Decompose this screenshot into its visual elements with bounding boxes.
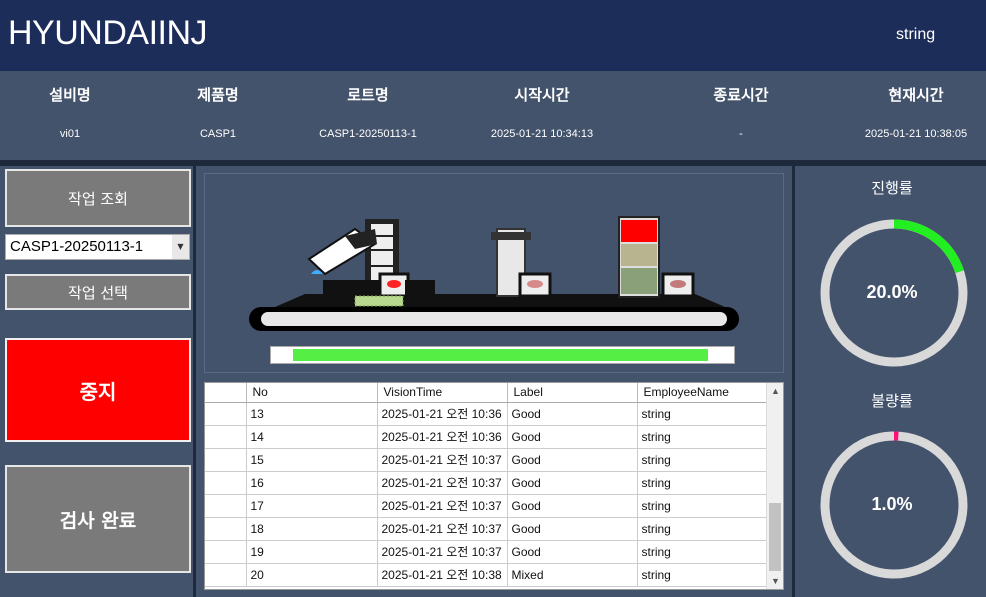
scroll-thumb[interactable] [769, 503, 781, 571]
lot-select[interactable]: CASP1-20250113-1 ▼ [5, 234, 190, 260]
defect-rate-value: 1.0% [871, 494, 913, 514]
table-row[interactable]: 13 2025-01-21 오전 10:36 Good string [205, 402, 769, 426]
app-brand: HYUNDAIINJ [8, 14, 208, 52]
conveyor-inner [261, 312, 727, 326]
table-row[interactable]: 16 2025-01-21 오전 10:37 Good string [205, 471, 769, 495]
robot-base [323, 280, 383, 296]
pillar-cap [491, 232, 531, 240]
table-row[interactable]: 17 2025-01-21 오전 10:37 Good string [205, 494, 769, 518]
info-lot-label: 로트명 [347, 86, 389, 104]
scroll-up-icon[interactable]: ▲ [767, 383, 783, 399]
progress-rate-value: 20.0% [866, 282, 918, 302]
info-start-time-value: 2025-01-21 10:34:13 [490, 128, 594, 140]
control-panel: 작업 조회 CASP1-20250113-1 ▼ 작업 선택 중지 검사 완료 [0, 166, 196, 597]
query-job-button[interactable]: 작업 조회 [5, 169, 191, 227]
col-header-employee[interactable]: EmployeeName [637, 383, 769, 403]
robot-base-right [405, 280, 435, 296]
camera-2-lens [527, 280, 543, 288]
row-header-corner [205, 383, 247, 403]
progress-fill [293, 349, 708, 361]
user-name: string [896, 26, 936, 43]
signal-yellow [621, 244, 657, 266]
progress-rate-label: 진행률 [871, 179, 913, 197]
info-end-time-value: - [739, 128, 743, 140]
complete-inspection-button[interactable]: 검사 완료 [5, 465, 191, 573]
stop-button[interactable]: 중지 [5, 338, 191, 442]
signal-red [621, 220, 657, 242]
info-current-time-label: 현재시간 [888, 86, 944, 104]
product-tray [354, 295, 404, 307]
table-row[interactable]: 15 2025-01-21 오전 10:37 Good string [205, 448, 769, 472]
top-bar: HYUNDAIINJ string [0, 0, 986, 71]
select-job-button[interactable]: 작업 선택 [5, 274, 191, 310]
table-row[interactable]: 14 2025-01-21 오전 10:36 Good string [205, 425, 769, 449]
info-current-time-value: 2025-01-21 10:38:05 [864, 128, 968, 140]
table-row[interactable]: 19 2025-01-21 오전 10:37 Good string [205, 540, 769, 564]
stats-panel: 진행률 20.0% 불량률 1.0% [792, 166, 986, 597]
info-product-value: CASP1 [199, 128, 237, 140]
info-lot-value: CASP1-20250113-1 [319, 128, 417, 140]
grid-header-row: No VisionTime Label EmployeeName [205, 383, 769, 403]
col-header-label[interactable]: Label [507, 383, 638, 403]
camera-1-lens [387, 280, 401, 288]
info-start-time-label: 시작시간 [514, 86, 570, 104]
table-row[interactable]: 20 2025-01-21 오전 10:38 Mixed string [205, 563, 769, 587]
info-equipment-label: 설비명 [49, 86, 91, 104]
center-panel: No VisionTime Label EmployeeName 13 2025-… [196, 166, 792, 597]
vision-area [204, 173, 784, 373]
inspection-grid[interactable]: No VisionTime Label EmployeeName 13 2025-… [204, 382, 784, 590]
info-bar: 설비명 vi01 제품명 CASP1 로트명 CASP1-20250113-1 … [0, 71, 986, 160]
conveyor-illustration [249, 216, 739, 331]
defect-rate-label: 불량률 [871, 392, 913, 410]
lot-select-value: CASP1-20250113-1 [10, 238, 144, 255]
info-product-label: 제품명 [197, 86, 239, 104]
grid-scrollbar[interactable]: ▲ ▼ [766, 383, 783, 589]
scroll-down-icon[interactable]: ▼ [767, 573, 783, 589]
signal-green [621, 268, 657, 294]
col-header-no[interactable]: No [246, 383, 378, 403]
col-header-visiontime[interactable]: VisionTime [377, 383, 508, 403]
chevron-down-icon[interactable]: ▼ [172, 235, 189, 259]
camera-3-lens [670, 280, 686, 288]
info-end-time-label: 종료시간 [713, 86, 769, 104]
info-equipment-value: vi01 [59, 128, 81, 140]
table-row[interactable]: 18 2025-01-21 오전 10:37 Good string [205, 517, 769, 541]
progress-bar [270, 346, 735, 364]
